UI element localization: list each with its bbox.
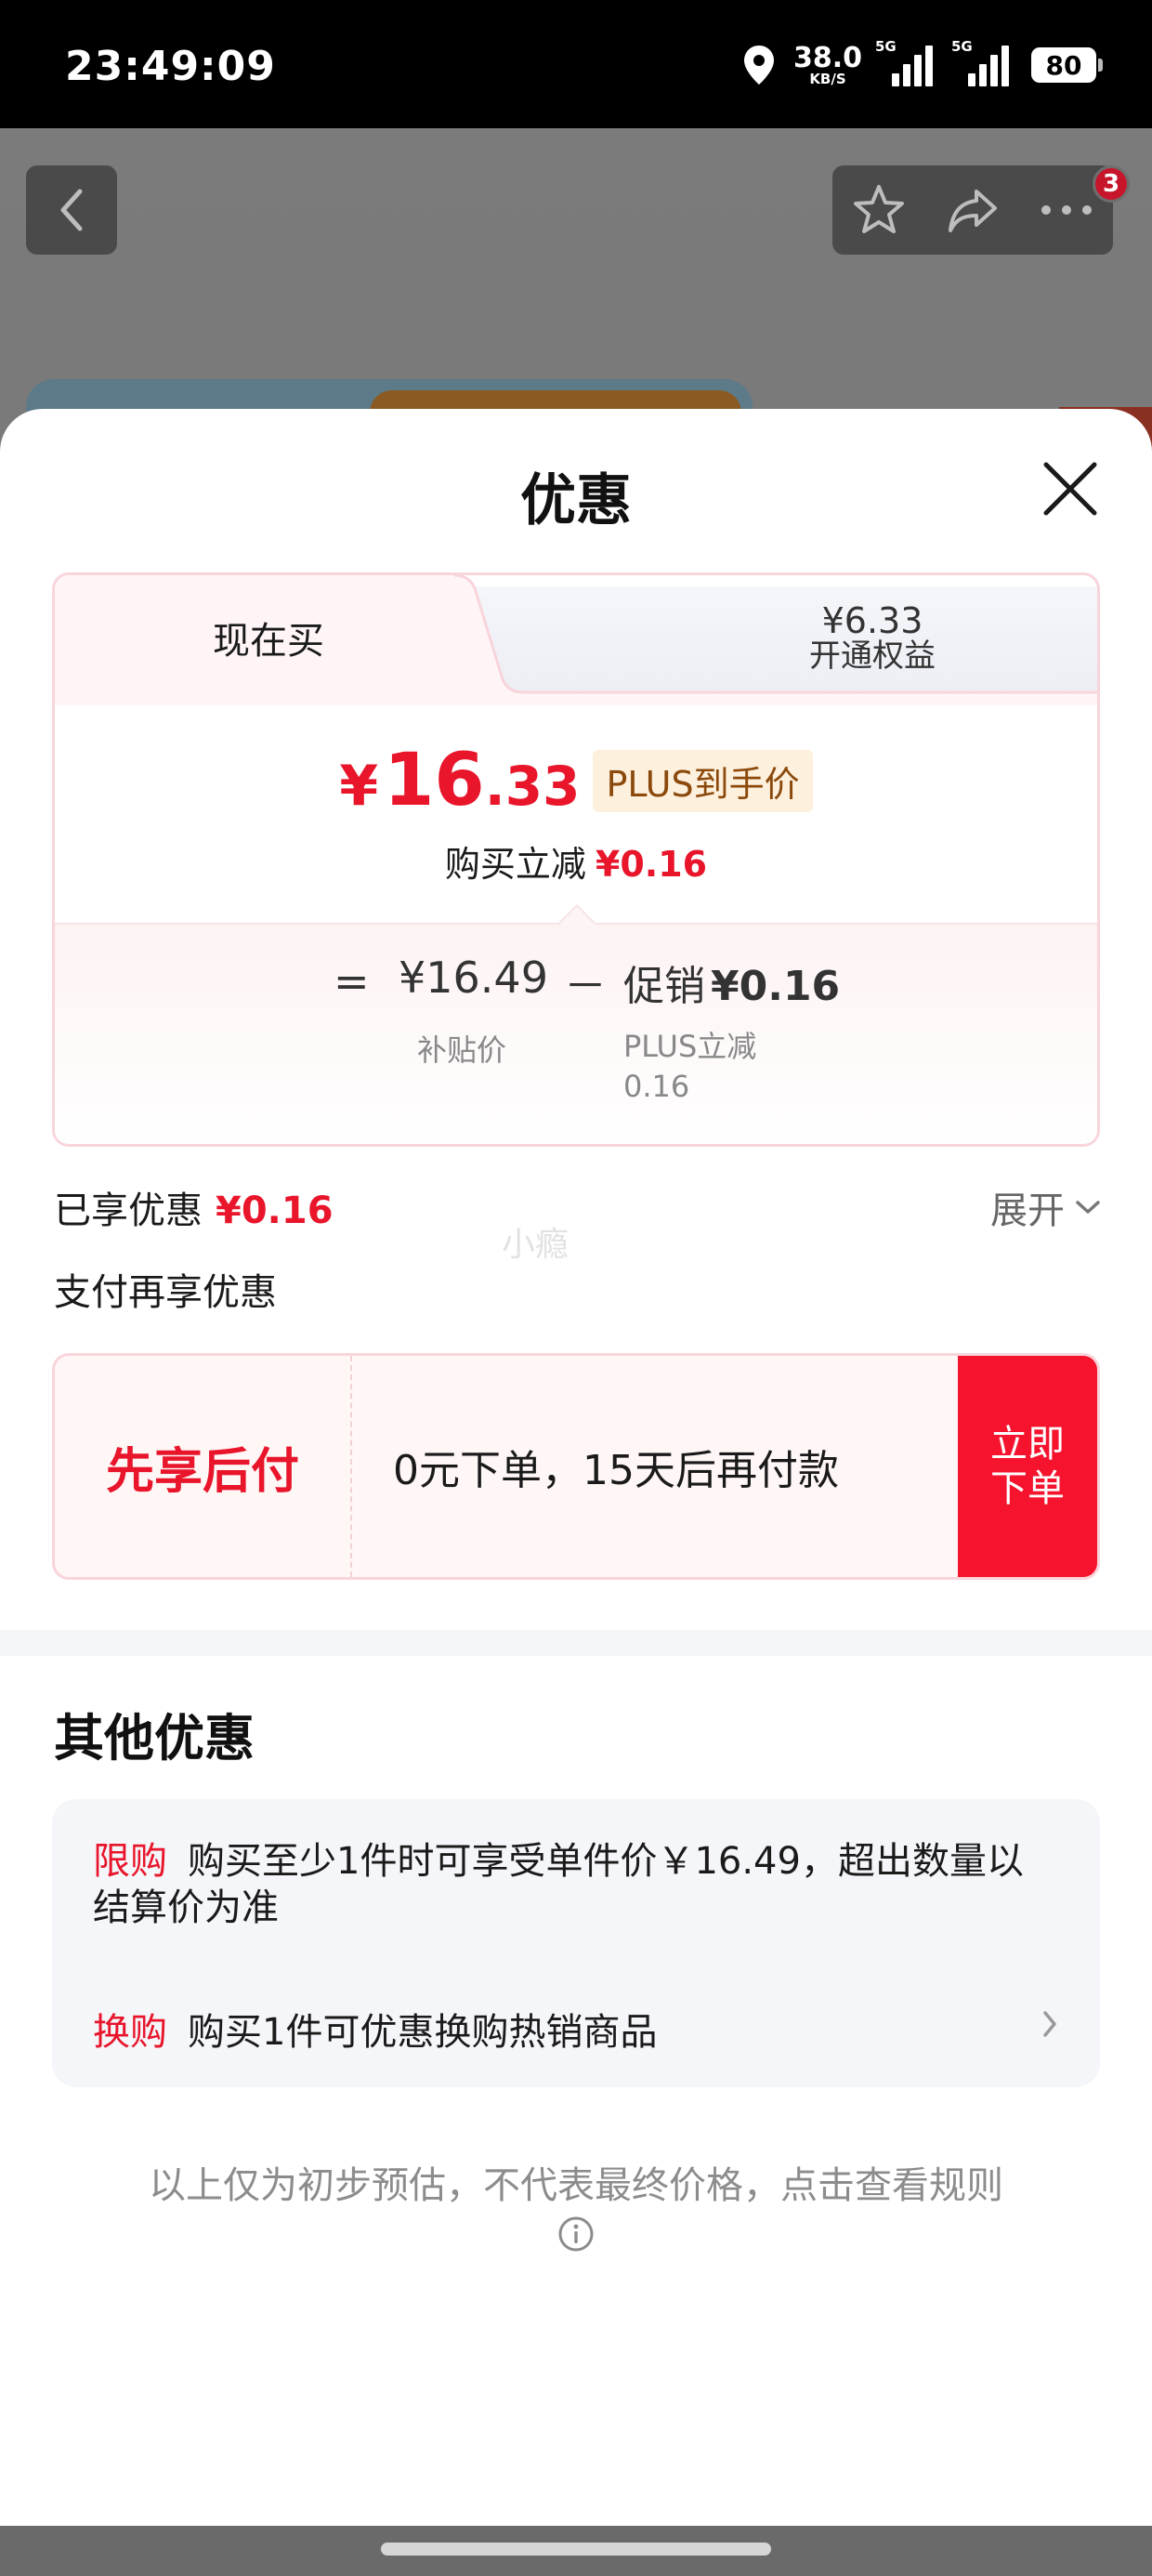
location-icon <box>743 46 774 85</box>
signal-strength-icon: 5G <box>951 38 1015 86</box>
close-icon[interactable] <box>1039 457 1102 520</box>
status-time: 23:49:09 <box>65 43 276 90</box>
sheet-title: 优惠 <box>520 468 632 533</box>
tab-plus-label[interactable]: ¥6.33 开通权益 <box>594 600 1097 675</box>
network-speed: 38.0 KB/S <box>792 41 862 87</box>
pay-more-label: 支付再享优惠 <box>54 1271 277 1314</box>
other-offers-list: 限购 购买至少1件时可享受单件价￥16.49，超出数量以结算价为准 换购 购买1件可… <box>52 1799 1100 2087</box>
instant-reduction: 购买立减 ¥0.16 <box>444 844 708 885</box>
back-icon <box>60 189 83 231</box>
plus-price-tag: PLUS到手价 <box>593 749 813 812</box>
equals-sign: = <box>334 956 370 1006</box>
plus-label: 开通权益 <box>809 637 936 675</box>
offer-text: 购买1件可优惠换购热销商品 <box>188 2011 658 2054</box>
info-icon[interactable] <box>557 2215 595 2253</box>
list-item: 限购 购买至少1件时可享受单件价￥16.49，超出数量以结算价为准 <box>93 1838 1059 1931</box>
bnpl-title: 先享后付 <box>55 1356 352 1577</box>
share-icon[interactable] <box>945 182 1001 238</box>
minus-sign: － <box>564 961 607 1011</box>
more-icon[interactable] <box>1039 201 1094 219</box>
offer-text: 购买至少1件时可享受单件价￥16.49，超出数量以结算价为准 <box>93 1840 1024 1929</box>
offer-tag: 换购 <box>93 2011 167 2054</box>
offer-tag: 限购 <box>93 1840 167 1883</box>
order-now-button[interactable]: 立即下单 <box>958 1356 1097 1577</box>
status-bar: 23:49:09 38.0 KB/S 5G 5G 80 <box>0 0 1152 128</box>
price-breakdown: = ¥16.49 补贴价 － 促销 ¥0.16 PLUS立减 0.16 <box>55 904 1097 1144</box>
battery-icon: 80 <box>1031 47 1103 83</box>
chevron-right-icon <box>1043 2011 1056 2037</box>
tab-buy-now[interactable]: 现在买 <box>55 611 482 664</box>
back-button[interactable] <box>26 165 117 255</box>
breakdown-pointer <box>556 904 597 926</box>
expand-button[interactable]: 展开 <box>990 1180 1102 1234</box>
star-icon[interactable] <box>851 182 907 238</box>
buy-now-pay-later-card[interactable]: 先享后付 0元下单，15天后再付款 立即下单 <box>52 1353 1100 1580</box>
watermark: 小瘾 <box>502 1226 569 1264</box>
other-offers-title: 其他优惠 <box>54 1709 255 1768</box>
section-divider <box>0 1630 1152 1656</box>
base-price-label: 补贴价 <box>417 1032 507 1068</box>
final-price-row: ¥ 16 .33 PLUS到手价 <box>55 739 1097 822</box>
final-price: ¥ 16 .33 <box>339 739 581 822</box>
list-item[interactable]: 换购 购买1件可优惠换购热销商品 <box>93 2002 1059 2056</box>
signal-strength-icon: 5G <box>875 38 938 86</box>
status-icons: 38.0 KB/S 5G 5G 80 <box>741 38 1103 91</box>
rules-footnote[interactable]: 以上仅为初步预估，不代表最终价格，点击查看规则 <box>0 2163 1152 2208</box>
discount-sheet: 优惠 现在买 ¥6.33 开通权益 ¥ 16 .33 PLUS到手价 购买立减 … <box>0 409 1152 2526</box>
home-indicator[interactable] <box>381 2543 771 2556</box>
price-card: 现在买 ¥6.33 开通权益 ¥ 16 .33 PLUS到手价 购买立减 ¥0.1… <box>52 572 1100 1147</box>
price-tabs: 现在买 ¥6.33 开通权益 <box>55 575 1097 705</box>
header-actions <box>832 165 1113 255</box>
bnpl-description: 0元下单，15天后再付款 <box>393 1447 839 1494</box>
chevron-down-icon <box>1076 1201 1100 1214</box>
enjoyed-discount: 已享优惠 ¥0.16 <box>54 1189 334 1232</box>
navigation-bar <box>0 2526 1152 2576</box>
promo-discount-detail: PLUS立减 0.16 <box>623 1029 757 1105</box>
base-price: ¥16.49 <box>399 953 548 1003</box>
plus-price: ¥6.33 <box>821 600 923 641</box>
message-badge: 3 <box>1093 165 1130 203</box>
promo-discount: 促销 ¥0.16 <box>623 963 841 1010</box>
